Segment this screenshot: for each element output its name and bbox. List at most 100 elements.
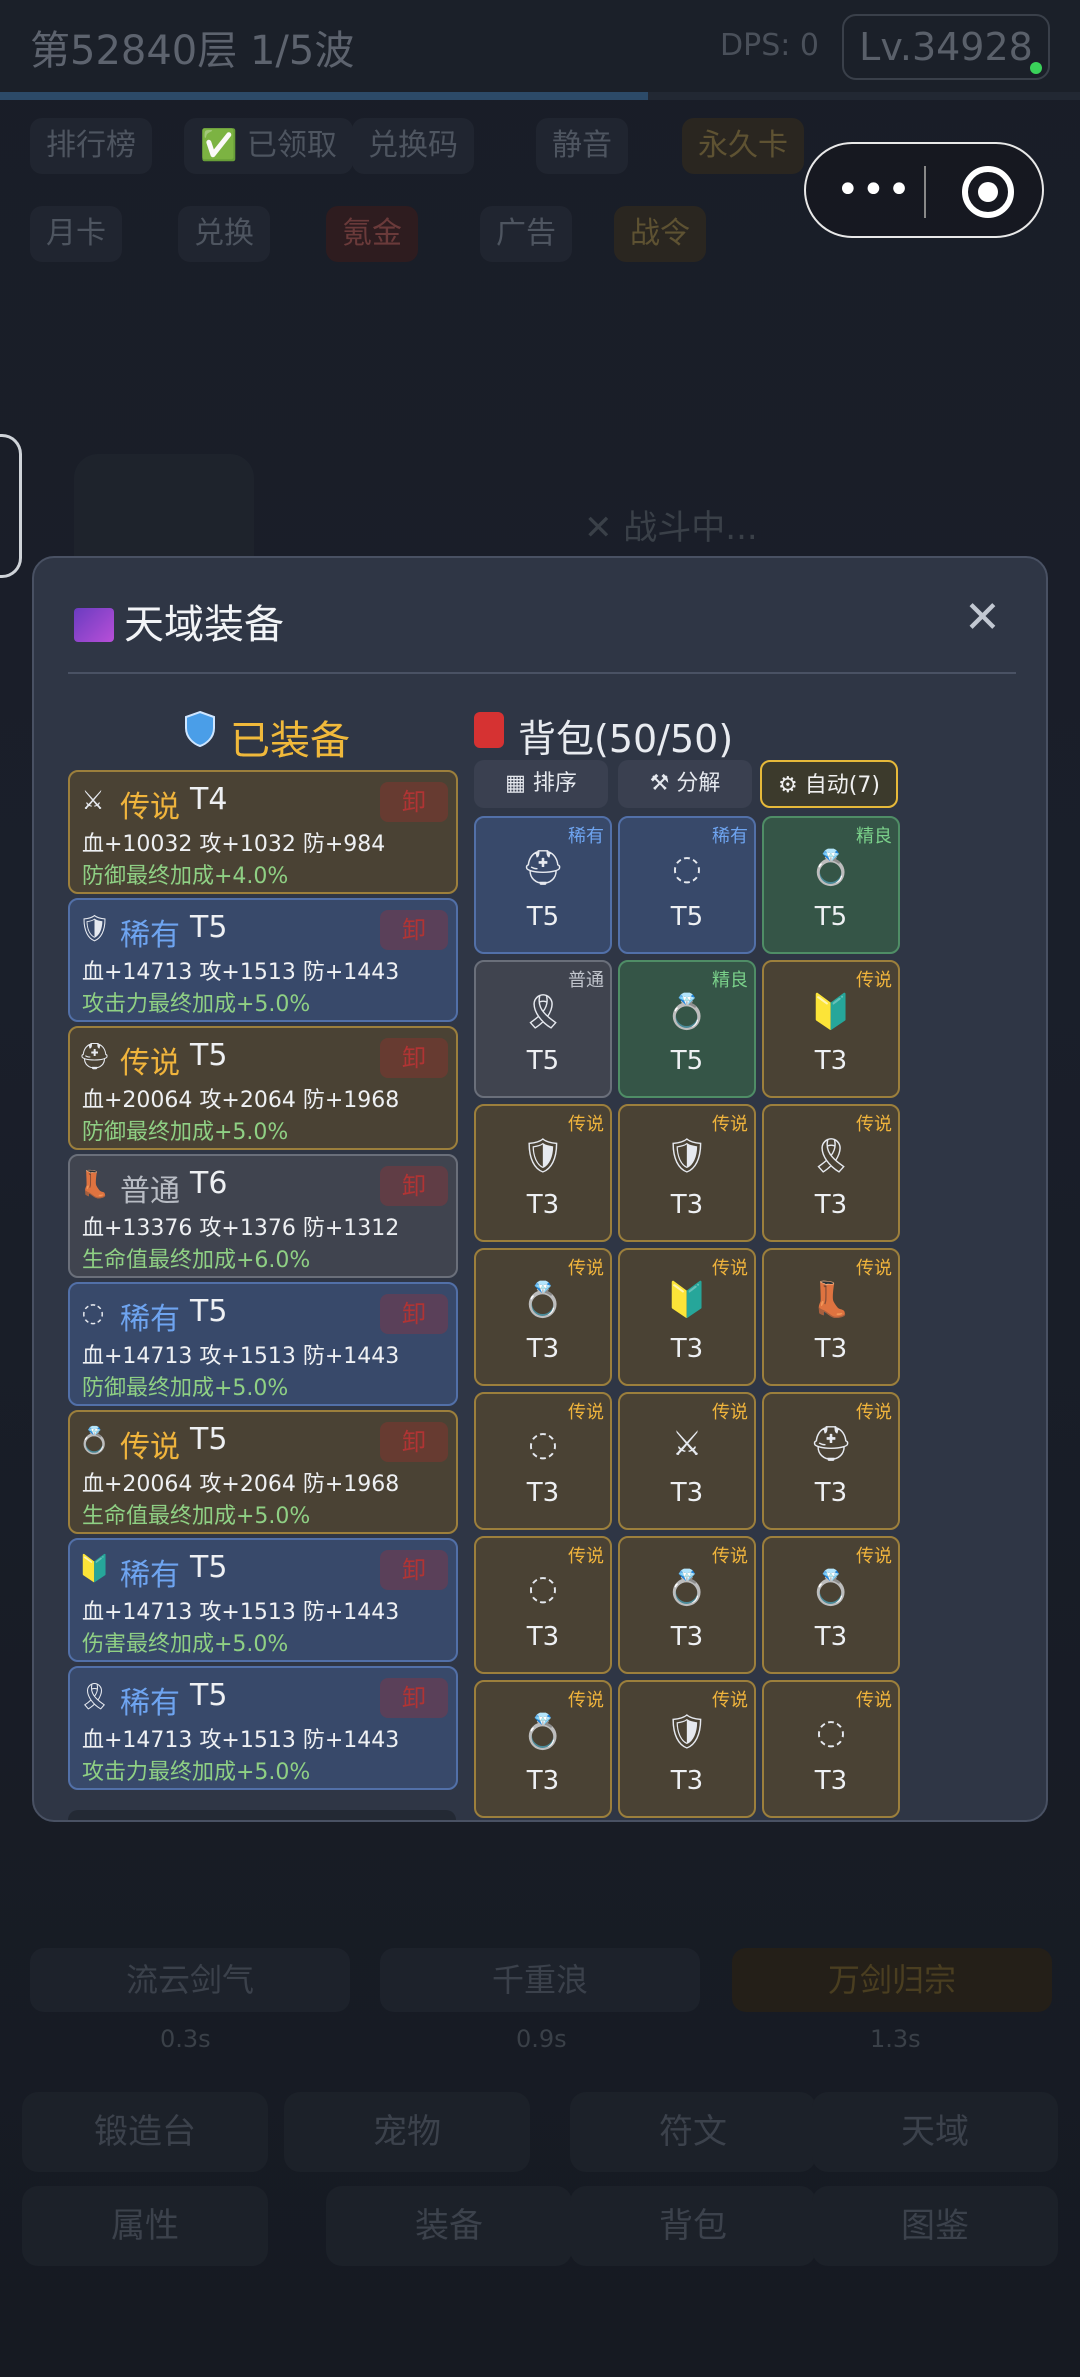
bag-slot[interactable]: 传说 👢 T3 — [762, 1248, 900, 1386]
sword-icon: ⚔ — [671, 1424, 703, 1464]
skill-liuyun[interactable]: 流云剑气 — [30, 1948, 350, 2012]
bag-slot[interactable]: 传说 🛡 T3 — [618, 1104, 756, 1242]
equipped-item[interactable]: ◌ 稀有 T5 血+14713 攻+1513 防+1443 防御最终加成+5.0% 卸 — [68, 1282, 458, 1406]
boots-icon: 👢 — [78, 1170, 111, 1200]
equipped-item[interactable]: 👢 普通 T6 血+13376 攻+1376 防+1312 生命值最终加成+6.0% 卸 — [68, 1154, 458, 1278]
nav-bag[interactable]: 背包 — [570, 2186, 816, 2266]
tier-label: T3 — [670, 1766, 704, 1796]
floor-wave-label: 第52840层 1/5波 — [30, 28, 355, 74]
quality-label: 传说 — [856, 1546, 892, 1567]
redeem-code-button[interactable]: 兑换码 — [352, 118, 474, 174]
bag-slot[interactable]: 传说 💍 T3 — [618, 1536, 756, 1674]
bag-slot[interactable]: 稀有 ◌ T5 — [618, 816, 756, 954]
shield-icon: 🛡 — [78, 914, 112, 944]
battle-status: ✕ 战斗中... — [584, 508, 758, 548]
skill-wanjianguizong[interactable]: 万剑归宗 — [732, 1948, 1052, 2012]
battle-pass-button[interactable]: 战令 — [614, 206, 706, 262]
nav-rune[interactable]: 符文 — [570, 2092, 816, 2172]
unequip-button[interactable]: 卸 — [380, 1550, 448, 1590]
bag-section-title: 背包(50/50) — [518, 717, 734, 761]
equipped-list: ⚔ 传说 T4 血+10032 攻+1032 防+984 防御最终加成+4.0% 卸 🛡 稀有… — [68, 770, 458, 1820]
side-drawer-handle[interactable] — [0, 434, 22, 578]
unequip-button[interactable]: 卸 — [380, 782, 448, 822]
bonus-label: 防御最终加成+5.0% — [82, 1376, 289, 1401]
bag-slot[interactable]: 传说 ⚔ T3 — [618, 1392, 756, 1530]
sort-button[interactable]: ▦ 排序 — [474, 760, 608, 808]
quality-label: 传说 — [712, 1690, 748, 1711]
bag-slot[interactable]: 传说 ◌ T3 — [762, 1680, 900, 1818]
bag-slot[interactable]: 传说 💍 T3 — [474, 1248, 612, 1386]
tier-label: T5 — [526, 902, 560, 932]
equipped-item[interactable]: 🛡 稀有 T5 血+14713 攻+1513 防+1443 攻击力最终加成+5.0% 卸 — [68, 898, 458, 1022]
bag-slot[interactable]: 传说 ◌ T3 — [474, 1536, 612, 1674]
bag-slot[interactable]: 稀有 ⛑ T5 — [474, 816, 612, 954]
modal-title: 天域装备 — [74, 592, 284, 650]
close-miniprogram-icon[interactable] — [962, 166, 1014, 218]
ring-icon: 💍 — [521, 1280, 565, 1320]
stats-label: 血+14713 攻+1513 防+1443 — [82, 1600, 400, 1625]
skill-qianchonglang[interactable]: 千重浪 — [380, 1948, 700, 2012]
galaxy-icon — [74, 608, 114, 642]
tier-label: T3 — [670, 1334, 704, 1364]
bag-slot[interactable]: 传说 🛡 T3 — [474, 1104, 612, 1242]
close-icon[interactable]: ✕ — [964, 596, 1001, 640]
recharge-button[interactable]: 氪金 — [326, 206, 418, 262]
monthly-card-button[interactable]: 月卡 — [30, 206, 122, 262]
decompose-button[interactable]: ⚒ 分解 — [618, 760, 752, 808]
bag-slot[interactable]: 传说 🔰 T3 — [762, 960, 900, 1098]
unequip-button[interactable]: 卸 — [380, 1038, 448, 1078]
nav-tianyu[interactable]: 天域 — [812, 2092, 1058, 2172]
necklace-icon: ◌ — [816, 1712, 846, 1752]
quality-label: 传说 — [856, 1114, 892, 1135]
unequip-button[interactable]: 卸 — [380, 1294, 448, 1334]
auto-button[interactable]: ⚙ 自动(7) — [760, 760, 898, 808]
equipped-item[interactable]: 🔰 稀有 T5 血+14713 攻+1513 防+1443 伤害最终加成+5.0% 卸 — [68, 1538, 458, 1662]
equipped-item[interactable]: ⛑ 传说 T5 血+20064 攻+2064 防+1968 防御最终加成+5.0% 卸 — [68, 1026, 458, 1150]
exchange-button[interactable]: 兑换 — [178, 206, 270, 262]
quality-label: 传说 — [120, 1046, 180, 1081]
unequip-button[interactable]: 卸 — [380, 910, 448, 950]
unequip-button[interactable]: 卸 — [380, 1166, 448, 1206]
more-icon[interactable]: ••• — [836, 170, 913, 210]
nav-codex[interactable]: 图鉴 — [812, 2186, 1058, 2266]
bag-slot[interactable]: 精良 💍 T5 — [618, 960, 756, 1098]
nav-attributes[interactable]: 属性 — [22, 2186, 268, 2266]
tier-label: T3 — [814, 1190, 848, 1220]
online-dot-icon — [1030, 62, 1042, 74]
bag-slot[interactable]: 传说 ⛑ T3 — [762, 1392, 900, 1530]
tianyu-equipment-modal: 天域装备 ✕ 已装备 背包(50/50) ▦ 排序 ⚒ 分解 ⚙ 自动(7) ⚔… — [32, 556, 1048, 1822]
quality-label: 传说 — [120, 1430, 180, 1465]
quality-label: 精良 — [712, 970, 748, 991]
skill-cooldown: 0.3s — [160, 2025, 211, 2053]
claimed-button[interactable]: ✅ 已领取 — [184, 118, 353, 174]
quality-label: 传说 — [712, 1258, 748, 1279]
nav-pet[interactable]: 宠物 — [284, 2092, 530, 2172]
bag-slot[interactable]: 传说 🔰 T3 — [618, 1248, 756, 1386]
bag-slot[interactable]: 传说 🎗 T3 — [762, 1104, 900, 1242]
bag-slot[interactable]: 传说 💍 T3 — [474, 1680, 612, 1818]
bag-slot[interactable]: 精良 💍 T5 — [762, 816, 900, 954]
bag-slot[interactable]: 传说 ◌ T3 — [474, 1392, 612, 1530]
equipped-item[interactable]: ⚔ 传说 T4 血+10032 攻+1032 防+984 防御最终加成+4.0% 卸 — [68, 770, 458, 894]
tier-label: T3 — [670, 1478, 704, 1508]
bag-slot[interactable]: 传说 🛡 T3 — [618, 1680, 756, 1818]
ring-icon: 💍 — [809, 1568, 853, 1608]
equipped-item[interactable]: 💍 传说 T5 血+20064 攻+2064 防+1968 生命值最终加成+5.0% 卸 — [68, 1410, 458, 1534]
bag-slot[interactable]: 普通 🎗 T5 — [474, 960, 612, 1098]
stats-label: 血+14713 攻+1513 防+1443 — [82, 1728, 400, 1753]
ad-button[interactable]: 广告 — [480, 206, 572, 262]
mute-button[interactable]: 静音 — [536, 118, 628, 174]
bag-slot[interactable]: 传说 💍 T3 — [762, 1536, 900, 1674]
tier-label: T6 — [190, 1166, 228, 1201]
ring-icon: 💍 — [521, 1712, 565, 1752]
nav-equipment[interactable]: 装备 — [326, 2186, 572, 2266]
helmet-icon: ⛑ — [78, 1042, 112, 1072]
necklace-icon: ◌ — [528, 1424, 558, 1464]
nav-forge[interactable]: 锻造台 — [22, 2092, 268, 2172]
permanent-card-button[interactable]: 永久卡 — [682, 118, 804, 174]
unequip-button[interactable]: 卸 — [380, 1678, 448, 1718]
unequip-button[interactable]: 卸 — [380, 1422, 448, 1462]
tier-label: T5 — [670, 902, 704, 932]
leaderboard-button[interactable]: 排行榜 — [30, 118, 152, 174]
equipped-item[interactable]: 🎗 稀有 T5 血+14713 攻+1513 防+1443 攻击力最终加成+5.0% 卸 — [68, 1666, 458, 1790]
